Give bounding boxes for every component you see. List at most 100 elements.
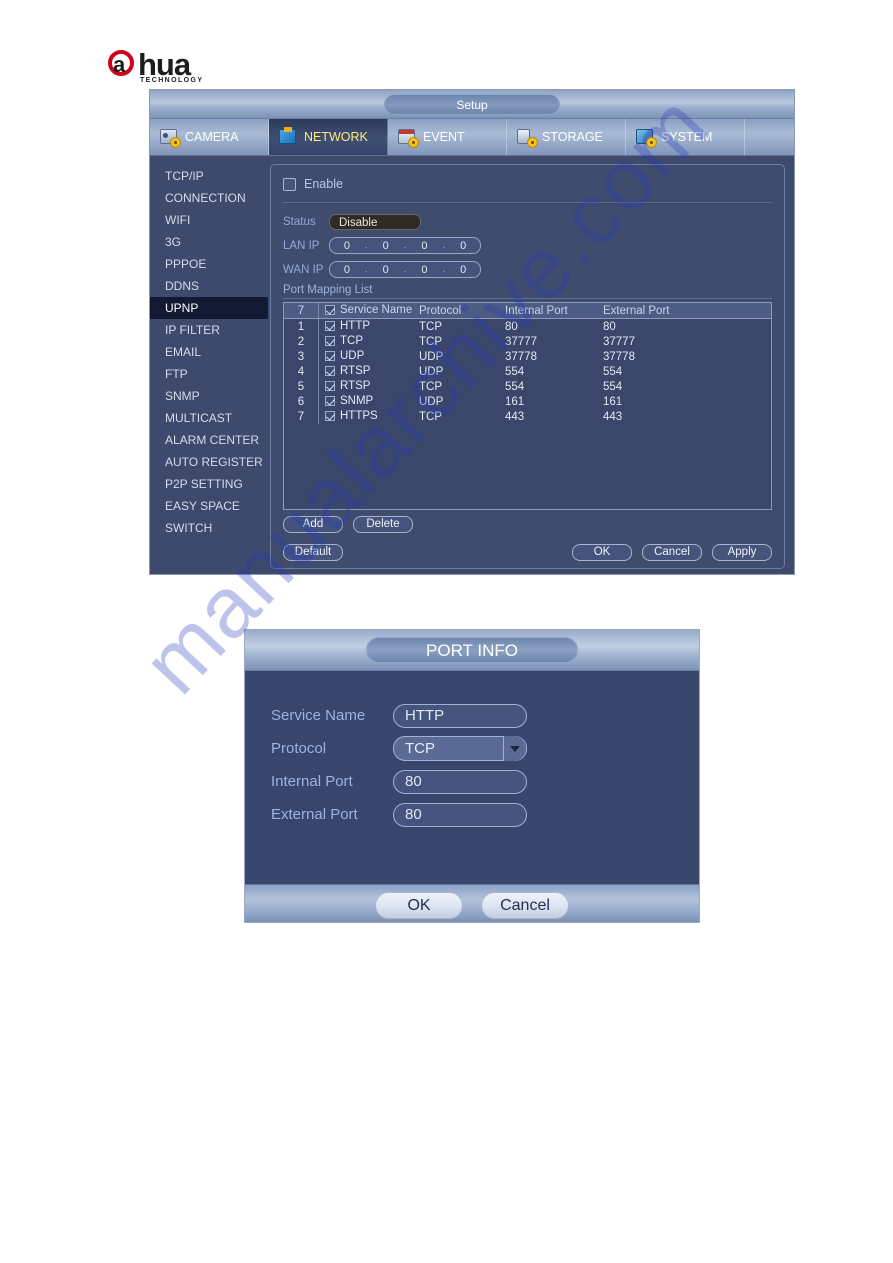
tab-network-label: NETWORK	[304, 130, 368, 144]
enable-checkbox[interactable]	[283, 177, 296, 191]
lan-ip-label: LAN IP	[283, 239, 320, 252]
tab-system-label: SYSTEM	[661, 130, 713, 144]
row-service-name: TCP	[319, 334, 420, 349]
row-checkbox[interactable]	[325, 365, 335, 376]
storage-icon	[517, 128, 537, 147]
row-internal-port: 554	[505, 380, 525, 393]
dialog-external-port-row: External Port 80	[271, 798, 699, 831]
sidebar-item-ftp[interactable]: FTP	[150, 363, 268, 385]
sidebar-item-wifi[interactable]: WIFI	[150, 209, 268, 231]
lan-ip-octet-3: 0	[421, 239, 428, 252]
sidebar-item-pppoe[interactable]: PPPOE	[150, 253, 268, 275]
tab-camera-label: CAMERA	[185, 130, 239, 144]
dialog-cancel-button[interactable]: Cancel	[481, 891, 569, 919]
dialog-title: PORT INFO	[366, 637, 578, 663]
tab-camera[interactable]: CAMERA	[150, 119, 269, 155]
sidebar-item-snmp[interactable]: SNMP	[150, 385, 268, 407]
dialog-external-port-label: External Port	[271, 806, 358, 823]
tab-network[interactable]: NETWORK	[269, 119, 388, 155]
dialog-protocol-label: Protocol	[271, 740, 327, 757]
table-row[interactable]: 3 UDP UDP 37778 37778	[284, 349, 771, 364]
dialog-service-name-input[interactable]: HTTP	[393, 703, 527, 728]
row-internal-port: 161	[505, 395, 525, 408]
tab-event[interactable]: EVENT	[388, 119, 507, 155]
tab-storage[interactable]: STORAGE	[507, 119, 626, 155]
row-checkbox[interactable]	[325, 380, 335, 391]
row-service-name: HTTPS	[319, 409, 420, 424]
row-checkbox[interactable]	[325, 335, 335, 346]
table-row[interactable]: 6 SNMP UDP 161 161	[284, 394, 771, 409]
select-all-checkbox[interactable]	[325, 304, 335, 315]
row-checkbox[interactable]	[325, 320, 335, 331]
sidebar-item-ddns[interactable]: DDNS	[150, 275, 268, 297]
wan-ip-octet-4: 0	[460, 263, 467, 276]
row-service-name: SNMP	[319, 394, 420, 409]
cancel-button[interactable]: Cancel	[642, 544, 702, 561]
row-checkbox[interactable]	[325, 410, 335, 421]
table-row[interactable]: 1 HTTP TCP 80 80	[284, 318, 771, 334]
dialog-protocol-row: Protocol TCP	[271, 732, 699, 765]
port-mapping-table: 7 Service Name Protocol Internal Port Ex…	[284, 303, 771, 424]
sidebar-item-easy-space[interactable]: EASY SPACE	[150, 495, 268, 517]
sidebar-item-upnp[interactable]: UPNP	[150, 297, 268, 319]
row-index: 5	[284, 379, 319, 394]
row-external-port: 554	[603, 365, 623, 378]
lan-ip-input[interactable]: 0 . 0 . 0 . 0	[329, 237, 481, 254]
status-label: Status	[283, 215, 316, 228]
sidebar-item-alarm-center[interactable]: ALARM CENTER	[150, 429, 268, 451]
status-value: Disable	[329, 213, 421, 230]
lan-ip-row: LAN IP 0 . 0 . 0 . 0	[283, 235, 772, 256]
dialog-ok-button[interactable]: OK	[375, 891, 463, 919]
status-row: Status Disable	[283, 211, 772, 232]
sidebar-item-p2p-setting[interactable]: P2P SETTING	[150, 473, 268, 495]
table-row[interactable]: 2 TCP TCP 37777 37777	[284, 334, 771, 349]
event-icon	[398, 128, 418, 147]
row-service-name-label: SNMP	[340, 394, 374, 407]
table-row[interactable]: 4 RTSP UDP 554 554	[284, 364, 771, 379]
enable-label: Enable	[304, 177, 343, 191]
header-external-port: External Port	[603, 303, 771, 319]
row-checkbox[interactable]	[325, 395, 335, 406]
sidebar-item-tcpip[interactable]: TCP/IP	[150, 165, 268, 187]
chevron-down-icon[interactable]	[503, 736, 526, 761]
add-button[interactable]: Add	[283, 516, 343, 533]
sidebar-item-auto-register[interactable]: AUTO REGISTER	[150, 451, 268, 473]
header-protocol: Protocol	[419, 303, 505, 319]
window-title: Setup	[384, 94, 560, 115]
row-protocol: UDP	[419, 365, 444, 378]
apply-button[interactable]: Apply	[712, 544, 772, 561]
dialog-internal-port-input[interactable]: 80	[393, 769, 527, 794]
window-titlebar: Setup	[150, 90, 794, 119]
port-mapping-list-label: Port Mapping List	[283, 284, 373, 296]
row-checkbox[interactable]	[325, 350, 335, 361]
default-button[interactable]: Default	[283, 544, 343, 561]
wan-ip-octet-2: 0	[382, 263, 389, 276]
sidebar-item-switch[interactable]: SWITCH	[150, 517, 268, 539]
tab-system[interactable]: SYSTEM	[626, 119, 745, 155]
panel-bottom-bar: Default OK Cancel Apply	[283, 544, 772, 561]
sidebar-item-3g[interactable]: 3G	[150, 231, 268, 253]
table-row[interactable]: 7 HTTPS TCP 443 443	[284, 409, 771, 424]
row-internal-port: 37777	[505, 335, 537, 348]
sidebar-item-email[interactable]: EMAIL	[150, 341, 268, 363]
ok-button[interactable]: OK	[572, 544, 632, 561]
sidebar-item-connection[interactable]: CONNECTION	[150, 187, 268, 209]
port-mapping-divider	[283, 298, 772, 299]
tab-event-label: EVENT	[423, 130, 465, 144]
sidebar-item-ip-filter[interactable]: IP FILTER	[150, 319, 268, 341]
row-service-name-label: RTSP	[340, 364, 371, 377]
confirm-buttons: OK Cancel Apply	[572, 544, 772, 561]
dialog-external-port-input[interactable]: 80	[393, 802, 527, 827]
row-index: 1	[284, 318, 319, 334]
wan-ip-input[interactable]: 0 . 0 . 0 . 0	[329, 261, 481, 278]
delete-button[interactable]: Delete	[353, 516, 413, 533]
header-service-name: Service Name	[318, 303, 419, 319]
network-icon	[279, 126, 299, 146]
table-row[interactable]: 5 RTSP TCP 554 554	[284, 379, 771, 394]
dialog-protocol-select[interactable]: TCP	[393, 736, 527, 761]
sidebar-item-multicast[interactable]: MULTICAST	[150, 407, 268, 429]
table-header-row: 7 Service Name Protocol Internal Port Ex…	[284, 303, 771, 319]
panel-divider	[283, 202, 772, 203]
dialog-internal-port-label: Internal Port	[271, 773, 353, 790]
row-service-name-label: HTTPS	[340, 409, 378, 422]
